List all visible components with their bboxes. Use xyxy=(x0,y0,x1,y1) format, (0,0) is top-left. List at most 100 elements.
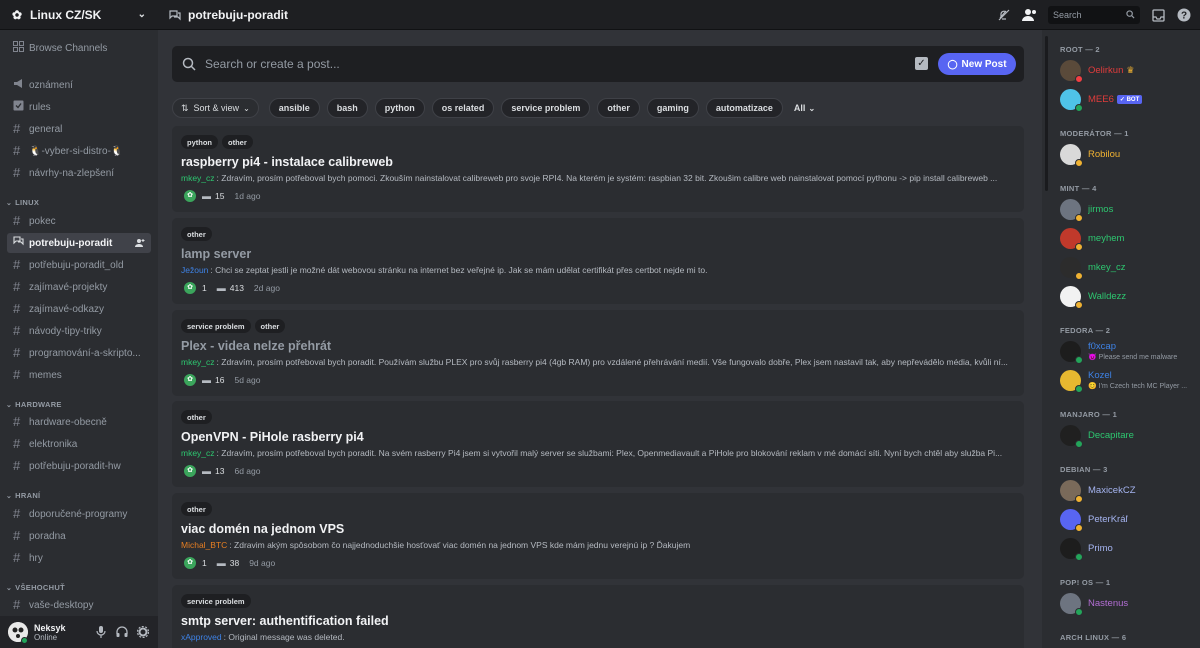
channel-elektronika[interactable]: # elektronika xyxy=(7,434,151,454)
post-title[interactable]: Plex - videa nelze přehrát xyxy=(181,339,1015,353)
new-post-button[interactable]: ◯ New Post xyxy=(938,53,1016,75)
channel-potrebuju-poradit[interactable]: potrebuju-poradit xyxy=(7,233,151,253)
headphones-icon[interactable] xyxy=(115,625,129,639)
tag-filter-os-related[interactable]: os related xyxy=(431,98,495,118)
channel-zajimave-odkazy[interactable]: # zajímavé-odkazy xyxy=(7,299,151,319)
microphone-icon[interactable] xyxy=(94,625,108,639)
member-item[interactable]: f0xcap 😈 Please send me malware xyxy=(1060,339,1195,364)
member-list-scrollbar[interactable] xyxy=(1045,36,1048,191)
checkbox-icon[interactable]: ✓ xyxy=(915,57,928,70)
member-item[interactable]: Walldezz xyxy=(1060,284,1195,309)
member-info: Nastenus xyxy=(1088,598,1128,609)
post-card[interactable]: service problem other Plex - videa nelze p… xyxy=(172,310,1024,396)
reaction-emoji-icon[interactable]: ✿ xyxy=(184,374,196,386)
member-item[interactable]: Nastenus xyxy=(1060,591,1195,616)
member-item[interactable]: meyhem xyxy=(1060,226,1195,251)
post-title[interactable]: smtp server: authentification failed xyxy=(181,614,1015,628)
user-settings-gear-icon[interactable] xyxy=(136,625,150,639)
post-meta: ✿ 1 ▬ 413 2d ago xyxy=(181,282,1015,294)
post-author[interactable]: mkey_cz xyxy=(181,357,215,367)
channel-poradna[interactable]: # poradna xyxy=(7,526,151,546)
member-item[interactable]: MEE6 ✓ BOT xyxy=(1060,87,1195,112)
post-card[interactable]: other lamp server Ježoun: Chci se zeptat j… xyxy=(172,218,1024,304)
member-item[interactable]: Decapitare xyxy=(1060,423,1195,448)
channel-potrebuju-poradit-old[interactable]: # potřebuju-poradit_old xyxy=(7,255,151,275)
member-list-icon[interactable] xyxy=(1022,7,1038,23)
category-hardware[interactable]: ⌄ HARDWARE xyxy=(6,400,62,409)
tag-label: python xyxy=(384,103,415,113)
reaction-emoji-icon[interactable]: ✿ xyxy=(184,465,196,477)
user-info[interactable]: Neksyk Online xyxy=(34,623,66,642)
tag-filter-bash[interactable]: bash xyxy=(326,98,368,118)
inbox-icon[interactable] xyxy=(1150,7,1166,23)
member-name-text: PeterKráľ xyxy=(1088,513,1129,525)
post-meta: ✿ ▬ 13 6d ago xyxy=(181,465,1015,477)
member-item[interactable]: PeterKráľ xyxy=(1060,507,1195,532)
reaction-emoji-icon[interactable]: ✿ xyxy=(184,282,196,294)
tag-filter-gaming[interactable]: gaming xyxy=(646,98,699,118)
category-hrani[interactable]: ⌄ HRANÍ xyxy=(6,491,40,500)
post-author[interactable]: mkey_cz xyxy=(181,448,215,458)
category-vsehochut[interactable]: ⌄ VŠEHOCHUŤ xyxy=(6,583,65,592)
top-bar: ✿ Linux CZ/SK ⌄ potrebuju-poradit Search xyxy=(0,0,1200,30)
chat-bubble-icon: ◯ xyxy=(947,58,958,69)
browse-channels[interactable]: Browse Channels xyxy=(7,38,151,58)
top-search-input[interactable]: Search xyxy=(1048,6,1140,24)
status-dot xyxy=(1075,384,1083,393)
channel-pokec[interactable]: # pokec xyxy=(7,211,151,231)
mute-notifications-icon[interactable] xyxy=(996,7,1012,23)
post-tag: other xyxy=(254,319,286,333)
post-author[interactable]: mkey_cz xyxy=(181,173,215,183)
channel-rules[interactable]: rules xyxy=(7,97,151,117)
member-item[interactable]: Robilou xyxy=(1060,142,1195,167)
category-linux[interactable]: ⌄ LINUX xyxy=(6,198,39,207)
post-title[interactable]: raspberry pi4 - instalace calibreweb xyxy=(181,155,1015,169)
all-tags-dropdown[interactable]: All ⌄ xyxy=(790,98,819,118)
post-card[interactable]: service problem smtp server: authentifica… xyxy=(172,585,1024,648)
channel-vyber-si-distro[interactable]: # 🐧-vyber-si-distro-🐧 xyxy=(7,141,151,161)
channel-oznameni[interactable]: oznámení xyxy=(7,75,151,95)
post-title[interactable]: OpenVPN - PiHole rasberry pi4 xyxy=(181,430,1015,444)
invite-member-icon[interactable] xyxy=(135,238,145,248)
channel-navrhy[interactable]: # návrhy-na-zlepšení xyxy=(7,163,151,183)
channel-hry[interactable]: # hry xyxy=(7,548,151,568)
tag-filter-service-problem[interactable]: service problem xyxy=(501,98,591,118)
post-card[interactable]: other OpenVPN - PiHole rasberry pi4 mkey_c… xyxy=(172,401,1024,487)
channel-general[interactable]: # general xyxy=(7,119,151,139)
channel-vase-desktopy[interactable]: # vaše-desktopy xyxy=(7,595,151,615)
channel-programovani[interactable]: # programování-a-skripto... xyxy=(7,343,151,363)
channel-memes[interactable]: # memes xyxy=(7,365,151,385)
server-header[interactable]: ✿ Linux CZ/SK ⌄ xyxy=(0,0,158,30)
tag-filter-ansible[interactable]: ansible xyxy=(268,98,320,118)
channel-doporucene-programy[interactable]: # doporučené-programy xyxy=(7,504,151,524)
sort-view-button[interactable]: ⇅ Sort & view ⌄ xyxy=(172,98,259,118)
post-title[interactable]: viac domén na jednom VPS xyxy=(181,522,1015,536)
post-card[interactable]: other viac domén na jednom VPS Michal_BTC:… xyxy=(172,493,1024,579)
tag-filter-python[interactable]: python xyxy=(374,98,425,118)
forum-search-input[interactable]: Search or create a post... ✓ ◯ New Post xyxy=(172,46,1024,82)
tag-filter-other[interactable]: other xyxy=(597,98,640,118)
post-tags: python other xyxy=(181,135,1015,149)
member-item[interactable]: Kozel 😊 I'm Czech tech MC Player ... xyxy=(1060,368,1195,393)
channel-potrebuju-poradit-hw[interactable]: # potřebuju-poradit-hw xyxy=(7,456,151,476)
post-card[interactable]: python other raspberry pi4 - instalace cal… xyxy=(172,126,1024,212)
hash-icon: # xyxy=(13,597,21,612)
member-item[interactable]: Oelirkun ♛ xyxy=(1060,58,1195,83)
member-item[interactable]: Primo xyxy=(1060,536,1195,561)
post-author[interactable]: xApproved xyxy=(181,632,222,642)
channel-hardware-obecne[interactable]: # hardware-obecně xyxy=(7,412,151,432)
reaction-emoji-icon[interactable]: ✿ xyxy=(184,190,196,202)
channel-zajimave-projekty[interactable]: # zajímavé-projekty xyxy=(7,277,151,297)
help-icon[interactable]: ? xyxy=(1176,7,1192,23)
member-item[interactable]: MaxicekCZ xyxy=(1060,478,1195,503)
post-title[interactable]: lamp server xyxy=(181,247,1015,261)
reaction-emoji-icon[interactable]: ✿ xyxy=(184,557,196,569)
post-author[interactable]: Michal_BTC xyxy=(181,540,227,550)
tag-label: other xyxy=(607,103,630,113)
member-item[interactable]: jirmos xyxy=(1060,197,1195,222)
channel-navody[interactable]: # návody-tipy-triky xyxy=(7,321,151,341)
post-author[interactable]: Ježoun xyxy=(181,265,208,275)
tag-filter-automatizace[interactable]: automatizace xyxy=(705,98,783,118)
member-custom-status: 😈 Please send me malware xyxy=(1088,354,1178,361)
member-item[interactable]: mkey_cz xyxy=(1060,255,1195,280)
